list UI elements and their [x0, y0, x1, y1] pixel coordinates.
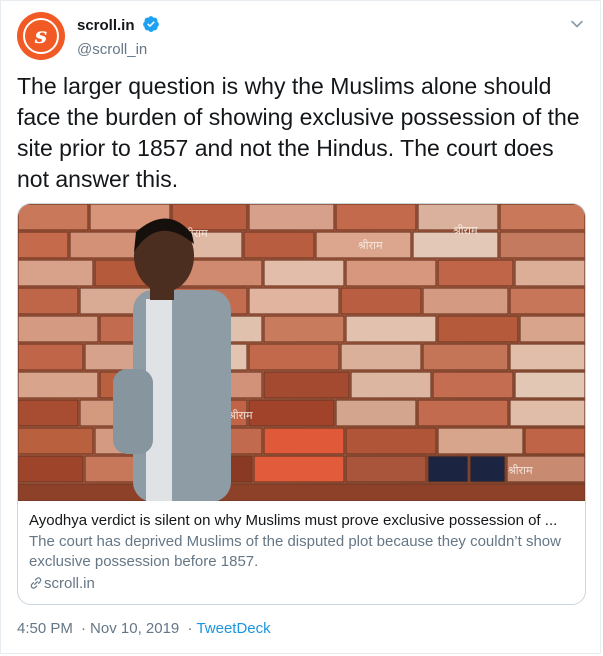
- card-domain[interactable]: scroll.in: [29, 574, 577, 596]
- tweet-source[interactable]: TweetDeck: [196, 620, 270, 637]
- avatar-letter: s: [34, 23, 48, 49]
- card-image[interactable]: श्रीराम श्रीराम श्रीराम श्रीराम श्रीराम: [18, 204, 585, 501]
- inscription: श्रीराम: [508, 464, 533, 477]
- avatar-logo: s: [23, 18, 59, 54]
- verified-badge-icon: [142, 15, 160, 38]
- avatar[interactable]: s: [17, 12, 65, 60]
- meta-separator: ·: [187, 620, 193, 637]
- meta-separator: ·: [81, 620, 87, 637]
- link-icon: [29, 576, 43, 596]
- tweet-text: The larger question is why the Muslims a…: [17, 73, 580, 192]
- card-body: Ayodhya verdict is silent on why Muslims…: [29, 511, 577, 596]
- inscription: श्रीराम: [228, 409, 253, 422]
- tweet-date[interactable]: Nov 10, 2019: [90, 620, 179, 637]
- card-description: The court has deprived Muslims of the di…: [29, 533, 561, 570]
- author-display-name[interactable]: scroll.in: [77, 17, 135, 34]
- author-handle[interactable]: @scroll_in: [77, 41, 160, 58]
- chevron-down-icon[interactable]: [569, 16, 585, 32]
- author-names: scroll.in @scroll_in: [77, 15, 160, 58]
- tweet-meta: 4:50 PM · Nov 10, 2019 · TweetDeck: [17, 620, 271, 637]
- tweet-header: s scroll.in @scroll_in: [17, 12, 587, 60]
- card-title[interactable]: Ayodhya verdict is silent on why Muslims…: [29, 511, 577, 531]
- tweet-container: s scroll.in @scroll_in The larger questi…: [0, 0, 601, 654]
- inscription: श्रीराम: [358, 239, 383, 252]
- inscription: श्रीराम: [453, 224, 478, 237]
- brick-wall: [18, 204, 585, 501]
- tweet-time[interactable]: 4:50 PM: [17, 620, 73, 637]
- card-domain-text: scroll.in: [44, 575, 95, 592]
- link-card[interactable]: श्रीराम श्रीराम श्रीराम श्रीराम श्रीराम …: [17, 203, 586, 605]
